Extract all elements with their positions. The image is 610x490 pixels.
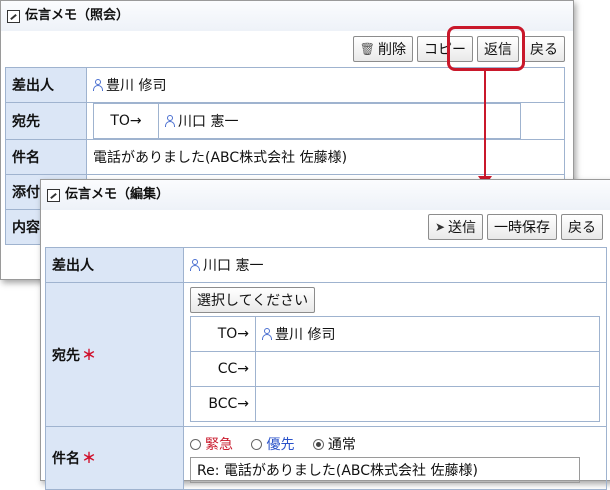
to-recipient-table: TO→ 川口 憲一 xyxy=(93,103,521,139)
memo-icon xyxy=(47,188,60,202)
required-mark: ＊ xyxy=(82,347,96,364)
sender-cell: 豊川 修司 xyxy=(86,67,565,103)
sender-row: 差出人 川口 憲一 xyxy=(45,247,607,283)
recipient-table: TO→ 豊川 修司 CC→ BCC→ xyxy=(190,316,600,422)
trash-icon: 🗑 xyxy=(359,42,375,56)
priority-normal-option[interactable]: 通常 xyxy=(312,436,356,453)
subject-input[interactable]: Re: 電話がありました(ABC株式会社 佐藤様) xyxy=(190,456,580,483)
to-user[interactable]: 川口 憲一 xyxy=(178,114,238,130)
save-draft-button-label: 一時保存 xyxy=(494,220,550,236)
bcc-user-cell[interactable] xyxy=(255,386,600,422)
memo-edit-title: 伝言メモ（編集） xyxy=(65,187,170,202)
bcc-recipient-row: BCC→ xyxy=(190,386,600,422)
priority-urgent-option[interactable]: 緊急 xyxy=(190,437,237,453)
cc-user-cell[interactable] xyxy=(255,351,600,387)
to-label-cell: 宛先＊ xyxy=(45,282,184,427)
back-button[interactable]: 戻る xyxy=(523,36,565,62)
to-user-cell: 川口 憲一 xyxy=(158,103,521,139)
to-cell: TO→ 川口 憲一 xyxy=(86,102,565,140)
memo-edit-titlebar: 伝言メモ（編集） xyxy=(41,180,610,210)
sender-name[interactable]: 川口 憲一 xyxy=(203,258,263,274)
back-button-label: 戻る xyxy=(568,220,596,236)
subject-label: 件名 xyxy=(52,451,80,467)
callout-arrow-line xyxy=(484,71,486,176)
delete-button-label: 削除 xyxy=(378,42,406,58)
to-row: 宛先 TO→ 川口 憲一 xyxy=(5,102,565,140)
sender-name[interactable]: 豊川 修司 xyxy=(106,78,166,94)
subject-label: 件名 xyxy=(5,139,87,175)
subject-value: 電話がありました(ABC株式会社 佐藤様) xyxy=(86,139,565,175)
cc-prefix: CC→ xyxy=(190,351,256,387)
user-icon xyxy=(262,328,272,340)
memo-edit-toolbar: ➤ 送信 一時保存 戻る xyxy=(427,214,603,240)
to-row: 宛先＊ 選択してください TO→ 豊川 修司 CC→ BCC→ xyxy=(45,282,607,427)
send-button-label: 送信 xyxy=(448,220,476,236)
save-draft-button[interactable]: 一時保存 xyxy=(487,214,557,240)
send-button[interactable]: ➤ 送信 xyxy=(427,214,483,240)
priority-urgent-label: 緊急 xyxy=(205,436,233,453)
required-mark: ＊ xyxy=(82,451,96,467)
to-label: 宛先 xyxy=(5,102,87,140)
subject-row: 件名＊ 緊急 優先 通常 Re: 電話がありました(ABC株式会社 佐藤様) xyxy=(45,426,607,490)
subject-cell: 緊急 優先 通常 Re: 電話がありました(ABC株式会社 佐藤様) xyxy=(183,426,607,490)
sender-label: 差出人 xyxy=(5,67,87,103)
to-recipient-row: TO→ 豊川 修司 xyxy=(190,316,600,352)
to-label: 宛先 xyxy=(52,347,80,364)
bcc-prefix: BCC→ xyxy=(190,386,256,422)
user-icon xyxy=(190,259,200,271)
sender-cell: 川口 憲一 xyxy=(183,247,607,283)
to-prefix: TO→ xyxy=(190,316,256,352)
cc-recipient-row: CC→ xyxy=(190,351,600,387)
radio-urgent[interactable] xyxy=(190,438,201,450)
memo-edit-table: 差出人 川口 憲一 宛先＊ 選択してください TO→ 豊川 修司 CC→ BCC… xyxy=(45,247,607,490)
to-user[interactable]: 豊川 修司 xyxy=(275,327,335,343)
delete-button[interactable]: 🗑 削除 xyxy=(352,36,413,62)
select-recipient-button[interactable]: 選択してください xyxy=(190,287,316,313)
radio-priority[interactable] xyxy=(251,438,263,450)
memo-icon xyxy=(7,9,20,23)
subject-row: 件名 電話がありました(ABC株式会社 佐藤様) xyxy=(5,139,565,175)
priority-high-label: 優先 xyxy=(266,436,295,453)
back-button[interactable]: 戻る xyxy=(561,214,603,240)
user-icon xyxy=(93,79,103,91)
send-arrow-icon: ➤ xyxy=(434,220,445,234)
to-user-cell: 豊川 修司 xyxy=(255,316,600,352)
radio-normal[interactable] xyxy=(312,438,324,450)
user-icon xyxy=(165,115,175,127)
sender-label: 差出人 xyxy=(45,247,184,283)
back-button-label: 戻る xyxy=(530,42,558,58)
memo-view-title: 伝言メモ（照会） xyxy=(25,8,130,23)
to-prefix: TO→ xyxy=(93,103,159,139)
to-cell: 選択してください TO→ 豊川 修司 CC→ BCC→ xyxy=(183,282,607,427)
sender-row: 差出人 豊川 修司 xyxy=(5,67,565,103)
priority-normal-label: 通常 xyxy=(327,436,356,453)
memo-edit-window: 伝言メモ（編集） ➤ 送信 一時保存 戻る 差出人 川口 憲一 宛先＊ 選択して… xyxy=(40,179,610,490)
priority-high-option[interactable]: 優先 xyxy=(251,437,298,453)
select-recipient-label: 選択してください xyxy=(197,293,309,309)
reply-highlight-box xyxy=(447,26,525,71)
priority-radio-group: 緊急 優先 通常 xyxy=(190,434,600,454)
subject-label-cell: 件名＊ xyxy=(45,426,184,490)
